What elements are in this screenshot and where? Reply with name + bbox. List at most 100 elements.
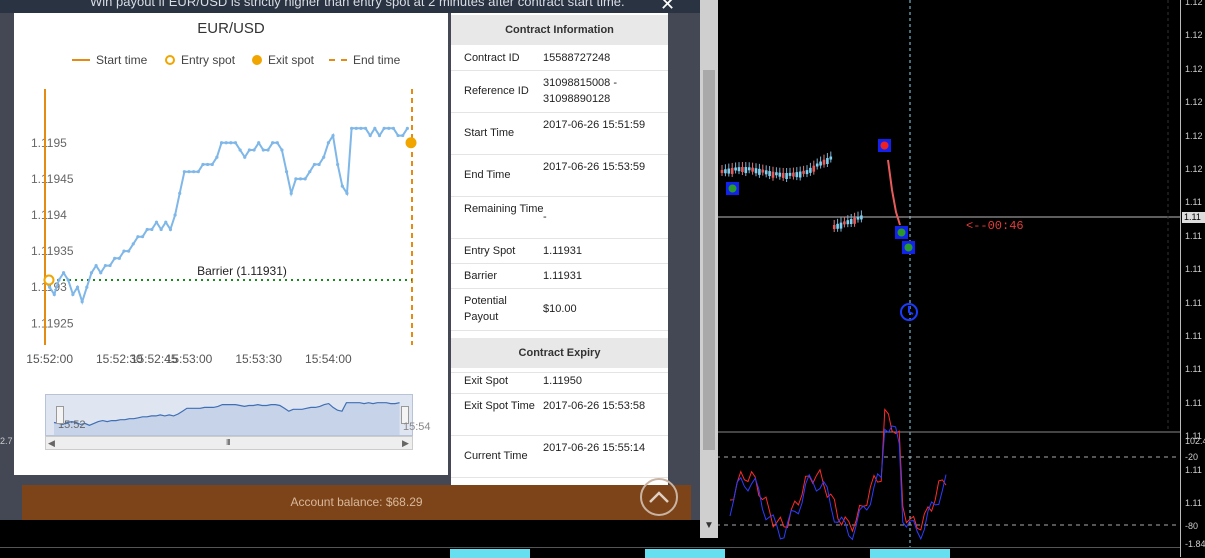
candle-body bbox=[798, 171, 802, 178]
candle-body bbox=[846, 220, 850, 225]
price-point bbox=[205, 162, 210, 167]
candle-body bbox=[778, 172, 782, 177]
x-tick-label: 15:52:00 bbox=[26, 352, 73, 366]
contract-info-label: Entry Spot bbox=[464, 244, 516, 257]
candle-body bbox=[775, 172, 778, 176]
y-tick-label: 1.11925 bbox=[31, 316, 74, 330]
candle-body bbox=[727, 168, 731, 174]
price-point bbox=[117, 256, 121, 260]
price-point bbox=[122, 249, 126, 253]
contract-info-row: End Time 2017-06-26 15:53:59 bbox=[451, 154, 668, 197]
price-point bbox=[178, 191, 182, 195]
price-point bbox=[308, 170, 312, 174]
price-point bbox=[192, 170, 196, 174]
price-point bbox=[154, 220, 159, 224]
contract-info-value: 31098815008 - 31098890128 bbox=[543, 77, 618, 105]
time-axis bbox=[0, 547, 1180, 558]
price-point bbox=[312, 162, 317, 167]
price-point bbox=[243, 155, 247, 159]
y-tick-label: 1.1195 bbox=[31, 136, 67, 150]
scroll-top-button[interactable] bbox=[640, 478, 678, 516]
candle-body bbox=[741, 167, 744, 173]
indicator-axis-label: -80 bbox=[1185, 521, 1199, 531]
price-point bbox=[350, 126, 354, 130]
price-point bbox=[113, 256, 117, 260]
scroll-right-arrow-icon[interactable]: ▶ bbox=[402, 437, 409, 449]
price-point bbox=[280, 148, 284, 152]
exit-spot-marker bbox=[405, 137, 417, 149]
chevron-up-icon bbox=[649, 491, 669, 503]
price-point bbox=[145, 227, 149, 232]
price-point bbox=[336, 162, 340, 167]
contract-info-label: Barrier bbox=[464, 269, 498, 282]
price-point bbox=[52, 292, 56, 297]
account-balance: Account balance: $68.29 bbox=[290, 495, 423, 509]
contract-expiry-label: Current Time bbox=[464, 450, 528, 462]
price-point bbox=[298, 177, 303, 181]
price-point bbox=[66, 278, 70, 282]
current-price-label: 1.11 bbox=[1182, 212, 1205, 223]
price-axis-label: 1.12 bbox=[1185, 0, 1203, 7]
contract-expiry-value: 1.11950 bbox=[543, 374, 582, 387]
price-point bbox=[140, 235, 145, 239]
price-point bbox=[71, 292, 75, 297]
contract-info-panel: Contract Information Contract ID 15588727… bbox=[451, 13, 668, 485]
candle-body bbox=[788, 172, 792, 176]
candle-body bbox=[747, 167, 751, 171]
scroll-down-arrow-icon[interactable]: ▼ bbox=[704, 520, 714, 531]
scroll-left-arrow-icon[interactable]: ◀ bbox=[48, 437, 55, 449]
price-point bbox=[266, 148, 270, 152]
candle-body bbox=[815, 163, 819, 167]
indicator-axis-label: -1.84 bbox=[1185, 539, 1205, 549]
candle-body bbox=[734, 167, 737, 171]
candle-body bbox=[809, 167, 812, 173]
contract-info-value: 15588727248 bbox=[543, 51, 611, 64]
close-button[interactable]: ✕ bbox=[660, 0, 675, 14]
contract-info-header: Contract Information bbox=[451, 15, 668, 45]
price-point bbox=[182, 170, 186, 174]
contract-info-value: $10.00 bbox=[543, 303, 577, 315]
candle-body bbox=[737, 167, 741, 172]
navigator[interactable]: 15:52 bbox=[45, 394, 413, 436]
price-axis-label: 1.11 bbox=[1185, 364, 1202, 375]
contract-expiry-value: 2017-06-26 15:53:58 bbox=[543, 400, 646, 412]
close-icon: ✕ bbox=[660, 0, 676, 14]
price-point bbox=[303, 177, 307, 181]
candle-body bbox=[829, 156, 833, 160]
candle-body bbox=[744, 167, 748, 174]
entry-marker-dot bbox=[728, 184, 737, 193]
contract-modal: Win payout if EUR/USD is strictly higher… bbox=[0, 0, 702, 520]
navigator-scrollbar[interactable]: ◀ III ▶ bbox=[45, 436, 413, 450]
trading-chart[interactable] bbox=[700, 0, 1205, 557]
candle-body bbox=[849, 219, 853, 224]
price-point bbox=[252, 148, 256, 152]
candle-body bbox=[795, 172, 799, 178]
contract-info-row: Potential Payout $10.00 bbox=[451, 288, 668, 331]
clock-hand bbox=[908, 306, 914, 315]
price-axis-label: 1.11 bbox=[1185, 498, 1202, 508]
price-point bbox=[373, 126, 377, 130]
contract-description: Win payout if EUR/USD is strictly higher… bbox=[90, 0, 625, 9]
price-point bbox=[99, 271, 103, 275]
price-point bbox=[294, 177, 298, 181]
price-point bbox=[215, 155, 219, 159]
navigator-end-label: 15:54 bbox=[403, 421, 431, 433]
price-axis-label: 1.12 bbox=[1185, 130, 1203, 141]
candle-body bbox=[768, 171, 771, 177]
price-point bbox=[94, 263, 98, 268]
price-point bbox=[340, 184, 344, 188]
price-point bbox=[201, 162, 205, 167]
candle-body bbox=[754, 168, 758, 174]
price-axis-label: 1.12 bbox=[1185, 30, 1203, 41]
modal-scrollbar-thumb[interactable] bbox=[703, 70, 715, 450]
x-tick-label: 15:53:00 bbox=[166, 352, 213, 366]
price-point bbox=[247, 148, 252, 152]
candle-body bbox=[832, 225, 836, 229]
price-point bbox=[48, 285, 52, 289]
navigator-left-handle[interactable] bbox=[56, 406, 64, 424]
price-point bbox=[289, 191, 293, 195]
price-point bbox=[363, 126, 368, 130]
price-point bbox=[377, 133, 382, 138]
navigator-series bbox=[53, 402, 400, 435]
contract-info-label: Start Time bbox=[464, 127, 515, 139]
